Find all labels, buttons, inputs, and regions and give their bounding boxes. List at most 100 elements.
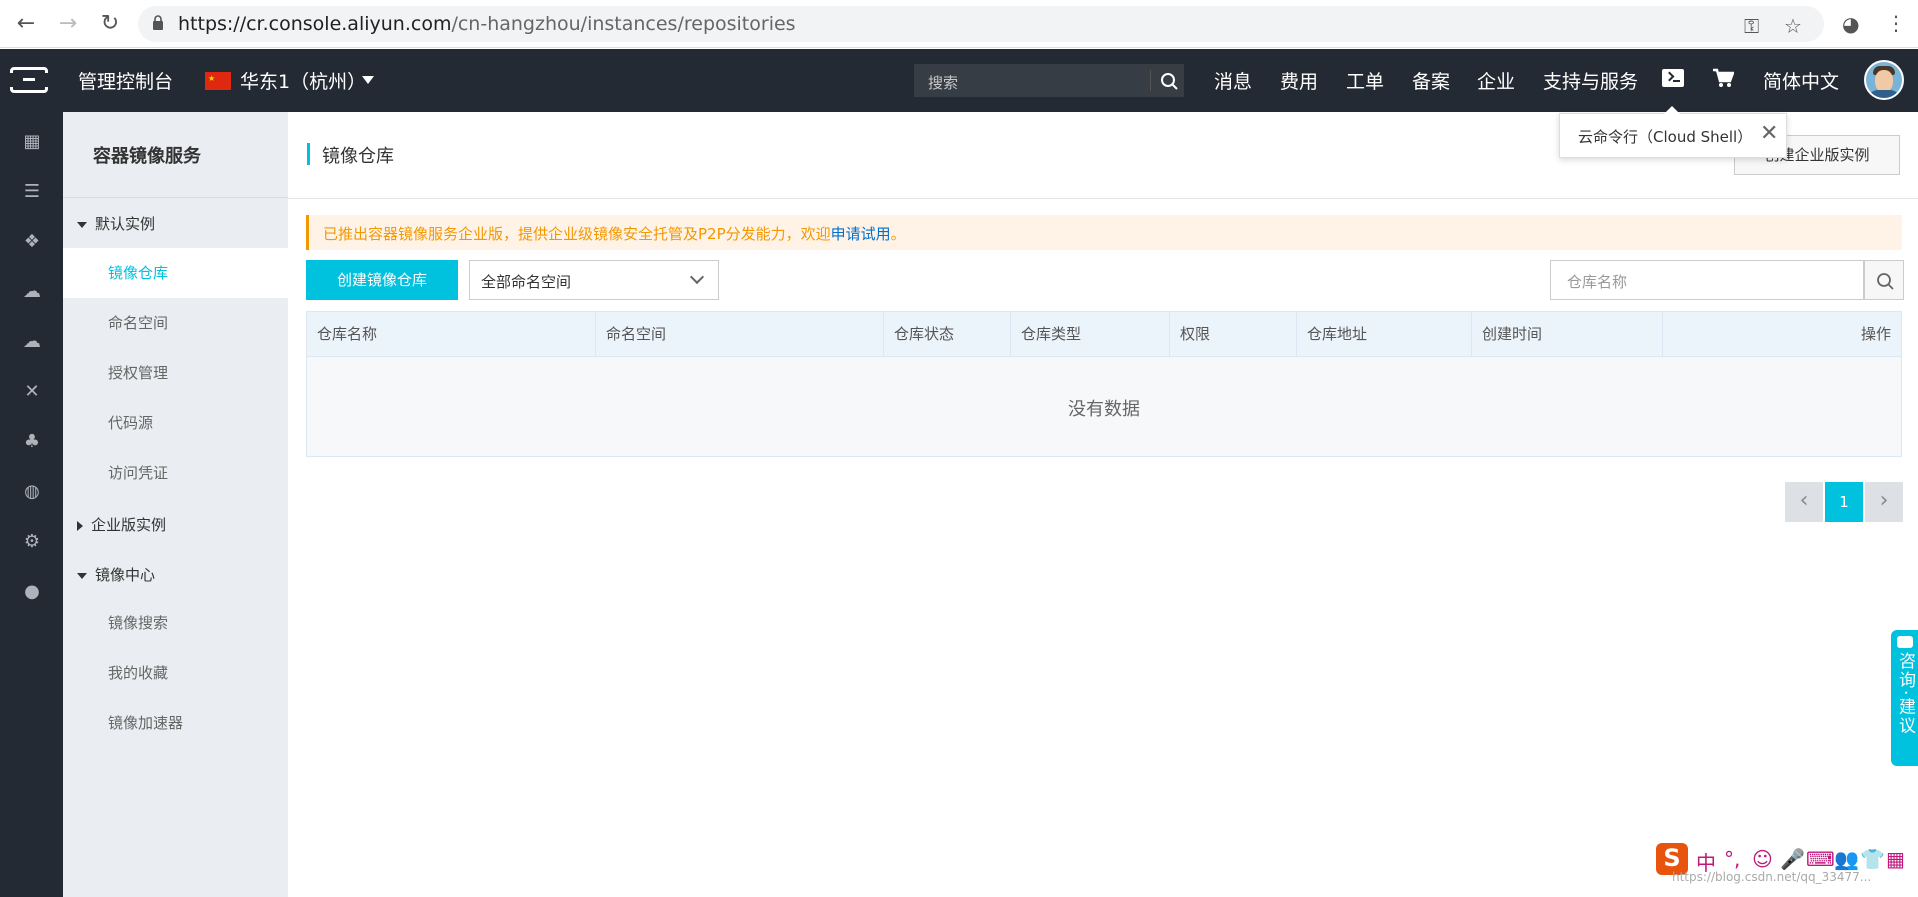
notice-end: 。 — [890, 225, 906, 243]
browser-menu-icon[interactable]: ⋮ — [1886, 11, 1906, 35]
sidebar-group-default-instance[interactable]: 默认实例 — [77, 213, 155, 234]
nav-icp-filing[interactable]: 备案 — [1412, 67, 1450, 94]
console-title[interactable]: 管理控制台 — [78, 67, 173, 94]
sidebar-item-namespaces[interactable]: 命名空间 — [63, 298, 288, 348]
column-header-address: 仓库地址 — [1296, 312, 1472, 357]
key-icon[interactable]: ⚿ — [1744, 14, 1759, 38]
repositories-table: 仓库名称 命名空间 仓库状态 仓库类型 权限 仓库地址 创建时间 操作 没有数据 — [306, 311, 1902, 457]
sidebar-item-image-accelerator[interactable]: 镜像加速器 — [63, 698, 288, 748]
column-header-repo-name: 仓库名称 — [317, 325, 378, 343]
browser-toolbar: ← → ↻ https://cr.console.aliyun.com/cn-h… — [0, 0, 1918, 48]
forward-icon[interactable]: → — [54, 10, 82, 38]
repository-search-input[interactable]: 仓库名称 — [1550, 260, 1904, 300]
toolbox-icon[interactable]: ▦ — [1886, 847, 1905, 871]
emoji-icon[interactable]: ☺ — [1752, 847, 1773, 871]
page-title: 镜像仓库 — [322, 146, 394, 167]
language-selector[interactable]: 简体中文 — [1763, 67, 1839, 94]
address-bar[interactable]: https://cr.console.aliyun.com/cn-hangzho… — [138, 6, 1824, 42]
extension-panda-icon[interactable]: ◕ — [1842, 12, 1859, 36]
sidebar-item-access-credential[interactable]: 访问凭证 — [63, 448, 288, 498]
global-search-input[interactable]: 搜索 — [914, 64, 1184, 97]
aliyun-logo-icon[interactable] — [9, 67, 49, 93]
url-text: https://cr.console.aliyun.com/cn-hangzho… — [178, 13, 796, 35]
pagination-prev-button[interactable]: ‹ — [1785, 482, 1823, 522]
sidebar-item-authorization[interactable]: 授权管理 — [63, 348, 288, 398]
reload-icon[interactable]: ↻ — [96, 10, 124, 38]
table-body: 没有数据 — [307, 357, 1901, 456]
user-avatar[interactable] — [1864, 60, 1904, 100]
create-repository-button[interactable]: 创建镜像仓库 — [306, 260, 458, 300]
service-sidebar: 容器镜像服务 默认实例 镜像仓库 命名空间 授权管理 代码源 访问凭证 企业版实… — [63, 112, 288, 897]
repository-search-button[interactable] — [1864, 260, 1904, 300]
region-caret-icon[interactable] — [362, 76, 374, 84]
cluster-icon[interactable]: ❖ — [21, 232, 43, 252]
microphone-icon[interactable]: 🎤 — [1780, 847, 1805, 871]
search-icon[interactable] — [1158, 70, 1180, 92]
gear-cloud-icon[interactable]: ⚙ — [21, 532, 43, 552]
circle-icon[interactable]: ● — [21, 582, 43, 602]
sidebar-item-image-search[interactable]: 镜像搜索 — [63, 598, 288, 648]
search-placeholder: 搜索 — [928, 74, 959, 92]
table-header: 仓库名称 命名空间 仓库状态 仓库类型 权限 仓库地址 创建时间 操作 — [307, 312, 1901, 357]
user-icon[interactable]: 👥 — [1834, 847, 1859, 871]
sidebar-item-code-source[interactable]: 代码源 — [63, 398, 288, 448]
search-icon — [1877, 273, 1894, 290]
cart-icon[interactable] — [1712, 68, 1734, 88]
sidebar-item-favorites[interactable]: 我的收藏 — [63, 648, 288, 698]
sidebar-group-enterprise-instance[interactable]: 企业版实例 — [77, 514, 166, 535]
lock-icon — [153, 15, 163, 30]
title-accent-bar — [307, 143, 310, 165]
sidebar-item-repositories[interactable]: 镜像仓库 — [63, 248, 288, 298]
notice-text: 已推出容器镜像服务企业版，提供企业级镜像安全托管及P2P分发能力，欢迎申请试用。 — [323, 223, 906, 244]
sidebar-group-label: 镜像中心 — [95, 566, 156, 584]
nav-enterprise[interactable]: 企业 — [1477, 67, 1515, 94]
column-header-created-time: 创建时间 — [1471, 312, 1663, 357]
keyboard-icon[interactable]: ⌨ — [1806, 847, 1835, 871]
grid-icon[interactable]: ▦ — [21, 132, 43, 152]
chat-icon — [1896, 636, 1913, 648]
consult-suggest-tab[interactable]: 咨询·建议 — [1891, 630, 1918, 766]
column-header-status: 仓库状态 — [883, 312, 1011, 357]
apply-trial-link[interactable]: 申请试用 — [831, 225, 891, 243]
url-host: https://cr.console.aliyun.com — [178, 13, 452, 35]
tools-icon[interactable]: ✕ — [21, 382, 43, 402]
globe-icon[interactable]: ◍ — [21, 482, 43, 502]
region-selector[interactable]: 华东1（杭州） — [240, 67, 366, 94]
url-path: /cn-hangzhou/instances/repositories — [451, 13, 796, 35]
back-icon[interactable]: ← — [12, 10, 40, 38]
caret-right-icon — [77, 520, 83, 531]
network-icon[interactable]: ♣ — [21, 432, 43, 452]
namespace-select-value: 全部命名空间 — [481, 273, 572, 291]
product-icon-rail: ▦ ☰ ❖ ☁ ☁ ✕ ♣ ◍ ⚙ ● — [0, 112, 63, 897]
nav-tickets[interactable]: 工单 — [1346, 67, 1384, 94]
cloud-upload-icon[interactable]: ☁ — [21, 332, 43, 352]
chevron-down-icon — [689, 269, 705, 285]
column-header-actions: 操作 — [1662, 312, 1901, 357]
caret-down-icon — [77, 221, 87, 228]
cloud-shell-tooltip: 云命令行（Cloud Shell） ✕ — [1559, 106, 1787, 158]
column-header-namespace: 命名空间 — [595, 312, 884, 357]
cloud-shell-icon[interactable] — [1662, 69, 1684, 87]
sidebar-group-label: 企业版实例 — [91, 516, 167, 534]
pagination-page-1[interactable]: 1 — [1825, 482, 1863, 522]
sidebar-divider — [63, 197, 288, 198]
nav-support[interactable]: 支持与服务 — [1543, 67, 1638, 94]
star-icon[interactable]: ☆ — [1784, 14, 1802, 38]
enterprise-notice-banner: 已推出容器镜像服务企业版，提供企业级镜像安全托管及P2P分发能力，欢迎申请试用。 — [306, 215, 1902, 250]
sidebar-group-image-center[interactable]: 镜像中心 — [77, 564, 155, 585]
consult-label: 咨询·建议 — [1895, 652, 1915, 736]
repository-search-placeholder: 仓库名称 — [1567, 273, 1628, 291]
punctuation-icon[interactable]: °, — [1724, 847, 1740, 871]
column-header-type: 仓库类型 — [1010, 312, 1170, 357]
close-icon[interactable]: ✕ — [1760, 123, 1778, 145]
namespace-select[interactable]: 全部命名空间 — [469, 260, 719, 300]
tooltip-text: 云命令行（Cloud Shell） — [1578, 128, 1753, 146]
server-icon[interactable]: ☰ — [21, 182, 43, 202]
skin-icon[interactable]: 👕 — [1860, 847, 1885, 871]
pagination-next-button[interactable]: › — [1865, 482, 1903, 522]
blog-watermark: https://blog.csdn.net/qq_33477... — [1672, 870, 1872, 884]
cloud-icon[interactable]: ☁ — [21, 282, 43, 302]
nav-messages[interactable]: 消息 — [1214, 67, 1252, 94]
nav-billing[interactable]: 费用 — [1280, 67, 1318, 94]
china-flag-icon: ★ — [205, 72, 231, 90]
